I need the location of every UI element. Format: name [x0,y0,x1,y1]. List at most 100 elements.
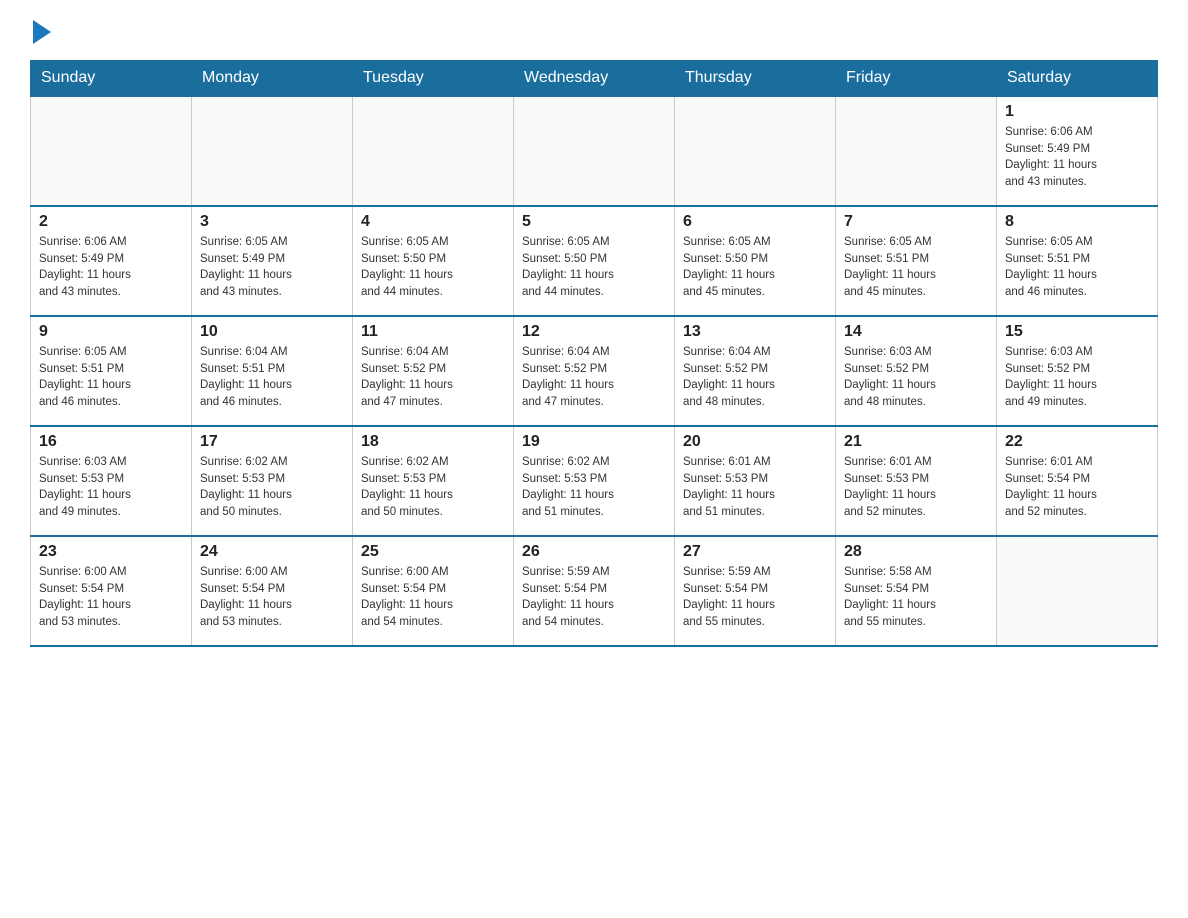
day-info: Sunrise: 6:04 AM Sunset: 5:52 PM Dayligh… [522,344,666,411]
day-number: 10 [200,323,344,341]
day-number: 15 [1005,323,1149,341]
day-info: Sunrise: 6:02 AM Sunset: 5:53 PM Dayligh… [200,454,344,521]
day-info: Sunrise: 6:02 AM Sunset: 5:53 PM Dayligh… [522,454,666,521]
day-info: Sunrise: 6:01 AM Sunset: 5:54 PM Dayligh… [1005,454,1149,521]
day-info: Sunrise: 6:05 AM Sunset: 5:50 PM Dayligh… [361,234,505,301]
calendar-cell [997,536,1158,646]
day-info: Sunrise: 6:00 AM Sunset: 5:54 PM Dayligh… [200,564,344,631]
calendar-cell: 25 Sunrise: 6:00 AM Sunset: 5:54 PM Dayli… [353,536,514,646]
calendar-cell: 9 Sunrise: 6:05 AM Sunset: 5:51 PM Daylig… [31,316,192,426]
day-number: 3 [200,213,344,231]
day-number: 7 [844,213,988,231]
day-info: Sunrise: 6:04 AM Sunset: 5:52 PM Dayligh… [361,344,505,411]
calendar-cell: 24 Sunrise: 6:00 AM Sunset: 5:54 PM Dayli… [192,536,353,646]
day-info: Sunrise: 6:05 AM Sunset: 5:50 PM Dayligh… [522,234,666,301]
calendar-cell [836,96,997,206]
calendar-week-row: 9 Sunrise: 6:05 AM Sunset: 5:51 PM Daylig… [31,316,1158,426]
calendar-cell: 2 Sunrise: 6:06 AM Sunset: 5:49 PM Daylig… [31,206,192,316]
day-info: Sunrise: 6:01 AM Sunset: 5:53 PM Dayligh… [844,454,988,521]
calendar-week-row: 1 Sunrise: 6:06 AM Sunset: 5:49 PM Daylig… [31,96,1158,206]
calendar-cell: 20 Sunrise: 6:01 AM Sunset: 5:53 PM Dayli… [675,426,836,536]
day-number: 11 [361,323,505,341]
day-number: 2 [39,213,183,231]
day-info: Sunrise: 6:04 AM Sunset: 5:52 PM Dayligh… [683,344,827,411]
day-info: Sunrise: 6:00 AM Sunset: 5:54 PM Dayligh… [39,564,183,631]
calendar-cell: 11 Sunrise: 6:04 AM Sunset: 5:52 PM Dayli… [353,316,514,426]
calendar-cell: 19 Sunrise: 6:02 AM Sunset: 5:53 PM Dayli… [514,426,675,536]
calendar-cell [353,96,514,206]
day-info: Sunrise: 6:06 AM Sunset: 5:49 PM Dayligh… [1005,124,1149,191]
day-number: 13 [683,323,827,341]
day-number: 4 [361,213,505,231]
day-info: Sunrise: 6:03 AM Sunset: 5:52 PM Dayligh… [844,344,988,411]
calendar-cell: 21 Sunrise: 6:01 AM Sunset: 5:53 PM Dayli… [836,426,997,536]
calendar-cell: 26 Sunrise: 5:59 AM Sunset: 5:54 PM Dayli… [514,536,675,646]
day-number: 5 [522,213,666,231]
calendar-cell: 27 Sunrise: 5:59 AM Sunset: 5:54 PM Dayli… [675,536,836,646]
day-number: 16 [39,433,183,451]
page-header [30,20,1158,44]
weekday-header-wednesday: Wednesday [514,61,675,97]
day-number: 12 [522,323,666,341]
weekday-header-friday: Friday [836,61,997,97]
day-info: Sunrise: 6:05 AM Sunset: 5:49 PM Dayligh… [200,234,344,301]
weekday-header-tuesday: Tuesday [353,61,514,97]
day-info: Sunrise: 6:04 AM Sunset: 5:51 PM Dayligh… [200,344,344,411]
calendar-cell [675,96,836,206]
day-info: Sunrise: 6:03 AM Sunset: 5:52 PM Dayligh… [1005,344,1149,411]
calendar-cell: 14 Sunrise: 6:03 AM Sunset: 5:52 PM Dayli… [836,316,997,426]
weekday-header-saturday: Saturday [997,61,1158,97]
day-number: 28 [844,543,988,561]
calendar-cell [31,96,192,206]
weekday-header-thursday: Thursday [675,61,836,97]
day-number: 23 [39,543,183,561]
day-info: Sunrise: 6:00 AM Sunset: 5:54 PM Dayligh… [361,564,505,631]
day-info: Sunrise: 6:01 AM Sunset: 5:53 PM Dayligh… [683,454,827,521]
day-number: 1 [1005,103,1149,121]
day-number: 22 [1005,433,1149,451]
calendar-cell: 3 Sunrise: 6:05 AM Sunset: 5:49 PM Daylig… [192,206,353,316]
calendar-cell: 1 Sunrise: 6:06 AM Sunset: 5:49 PM Daylig… [997,96,1158,206]
weekday-header-monday: Monday [192,61,353,97]
calendar-cell [192,96,353,206]
day-number: 14 [844,323,988,341]
day-info: Sunrise: 5:58 AM Sunset: 5:54 PM Dayligh… [844,564,988,631]
day-info: Sunrise: 6:05 AM Sunset: 5:51 PM Dayligh… [39,344,183,411]
calendar-cell: 10 Sunrise: 6:04 AM Sunset: 5:51 PM Dayli… [192,316,353,426]
day-number: 17 [200,433,344,451]
calendar-week-row: 23 Sunrise: 6:00 AM Sunset: 5:54 PM Dayli… [31,536,1158,646]
day-number: 6 [683,213,827,231]
day-number: 19 [522,433,666,451]
weekday-header-sunday: Sunday [31,61,192,97]
day-info: Sunrise: 5:59 AM Sunset: 5:54 PM Dayligh… [522,564,666,631]
calendar-cell: 28 Sunrise: 5:58 AM Sunset: 5:54 PM Dayli… [836,536,997,646]
calendar-cell: 15 Sunrise: 6:03 AM Sunset: 5:52 PM Dayli… [997,316,1158,426]
calendar-table: SundayMondayTuesdayWednesdayThursdayFrid… [30,60,1158,647]
day-number: 9 [39,323,183,341]
calendar-week-row: 2 Sunrise: 6:06 AM Sunset: 5:49 PM Daylig… [31,206,1158,316]
calendar-cell: 8Sunrise: 6:05 AM Sunset: 5:51 PM Daylig… [997,206,1158,316]
calendar-cell [514,96,675,206]
logo-triangle-icon [33,20,51,44]
day-info: Sunrise: 6:05 AM Sunset: 5:51 PM Dayligh… [844,234,988,301]
calendar-cell: 4 Sunrise: 6:05 AM Sunset: 5:50 PM Daylig… [353,206,514,316]
calendar-cell: 12 Sunrise: 6:04 AM Sunset: 5:52 PM Dayli… [514,316,675,426]
day-number: 27 [683,543,827,561]
day-number: 20 [683,433,827,451]
weekday-header-row: SundayMondayTuesdayWednesdayThursdayFrid… [31,61,1158,97]
day-number: 21 [844,433,988,451]
day-info: Sunrise: 6:06 AM Sunset: 5:49 PM Dayligh… [39,234,183,301]
day-number: 25 [361,543,505,561]
logo [30,20,51,44]
day-info: Sunrise: 5:59 AM Sunset: 5:54 PM Dayligh… [683,564,827,631]
calendar-cell: 6 Sunrise: 6:05 AM Sunset: 5:50 PM Daylig… [675,206,836,316]
day-info: Sunrise: 6:05 AM Sunset: 5:50 PM Dayligh… [683,234,827,301]
day-number: 26 [522,543,666,561]
calendar-cell: 5 Sunrise: 6:05 AM Sunset: 5:50 PM Daylig… [514,206,675,316]
day-info: Sunrise: 6:03 AM Sunset: 5:53 PM Dayligh… [39,454,183,521]
calendar-cell: 23 Sunrise: 6:00 AM Sunset: 5:54 PM Dayli… [31,536,192,646]
day-number: 8 [1005,213,1149,231]
calendar-cell: 22 Sunrise: 6:01 AM Sunset: 5:54 PM Dayli… [997,426,1158,536]
day-number: 24 [200,543,344,561]
calendar-cell: 13 Sunrise: 6:04 AM Sunset: 5:52 PM Dayli… [675,316,836,426]
